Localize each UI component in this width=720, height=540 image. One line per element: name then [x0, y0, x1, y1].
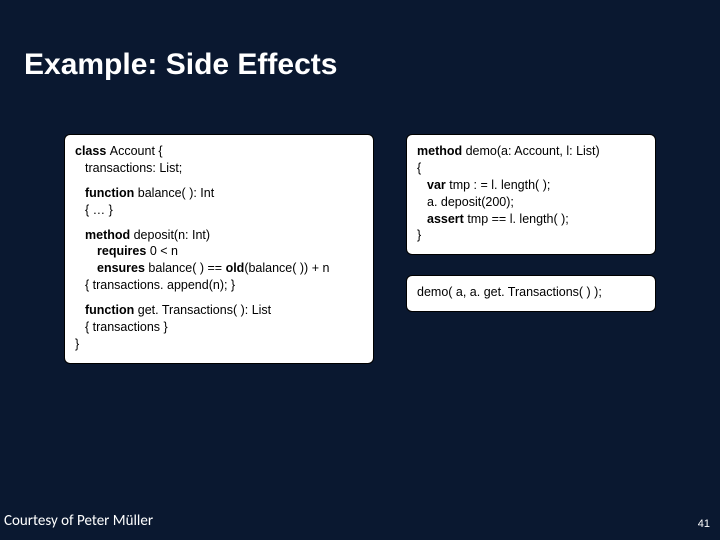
- code-box-call: demo( a, a. get. Transactions( ) );: [406, 275, 656, 312]
- slide-number: 41: [698, 518, 710, 530]
- slide-title: Example: Side Effects: [0, 0, 720, 98]
- content-area: class Account { transactions: List; func…: [0, 98, 720, 364]
- footer-credit: Courtesy of Peter Müller: [4, 512, 153, 530]
- code-box-demo: method demo(a: Account, l: List) { var t…: [406, 134, 656, 255]
- code-box-account: class Account { transactions: List; func…: [64, 134, 374, 364]
